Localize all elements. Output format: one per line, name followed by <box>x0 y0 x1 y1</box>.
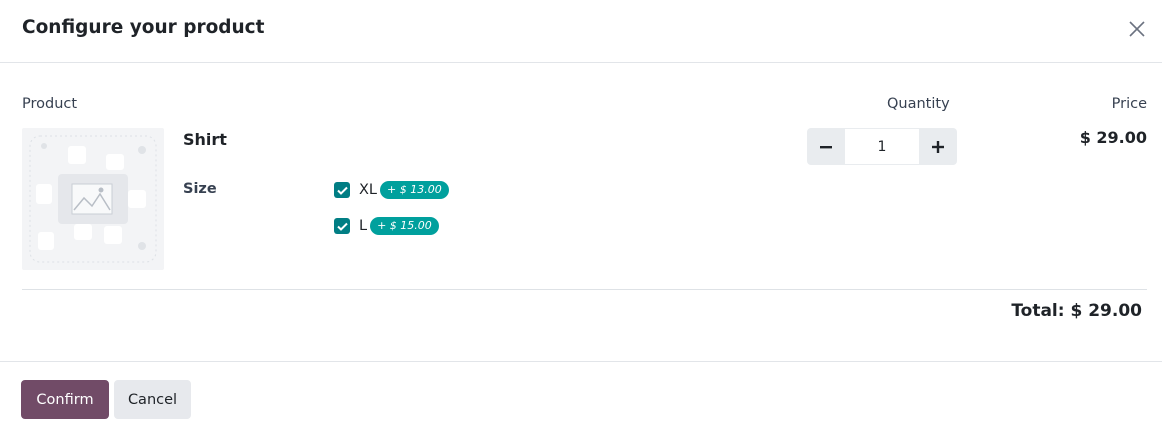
dialog-title: Configure your product <box>22 17 265 38</box>
option-label: XL <box>359 182 378 198</box>
option-l[interactable]: L + $ 15.00 <box>334 216 439 236</box>
dialog-footer: Confirm Cancel <box>0 361 1162 433</box>
plus-icon[interactable] <box>919 128 957 165</box>
column-header-price: Price <box>1111 96 1147 112</box>
dialog-body: Product Quantity Price Shirt Size XL + $ <box>0 64 1162 361</box>
quantity-stepper <box>807 128 957 165</box>
column-header-product: Product <box>22 96 78 112</box>
minus-icon[interactable] <box>807 128 845 165</box>
cancel-button[interactable]: Cancel <box>114 380 191 419</box>
total-price: Total: $ 29.00 <box>1011 301 1142 321</box>
product-name: Shirt <box>183 130 227 149</box>
placeholder-image-icon <box>29 135 157 263</box>
quantity-input[interactable] <box>845 128 919 165</box>
price-extra-badge: + $ 15.00 <box>370 217 439 235</box>
confirm-button[interactable]: Confirm <box>21 380 109 419</box>
price-extra-badge: + $ 13.00 <box>380 181 449 199</box>
product-price: $ 29.00 <box>1079 128 1147 147</box>
checkbox-checked-icon[interactable] <box>334 218 350 234</box>
column-header-quantity: Quantity <box>887 96 950 112</box>
close-icon[interactable] <box>1127 19 1147 39</box>
divider <box>22 289 1147 290</box>
checkbox-checked-icon[interactable] <box>334 182 350 198</box>
product-image <box>22 128 164 270</box>
option-label: L <box>359 218 368 234</box>
attribute-label-size: Size <box>183 181 217 197</box>
dialog-header: Configure your product <box>0 0 1162 63</box>
option-xl[interactable]: XL + $ 13.00 <box>334 180 449 200</box>
